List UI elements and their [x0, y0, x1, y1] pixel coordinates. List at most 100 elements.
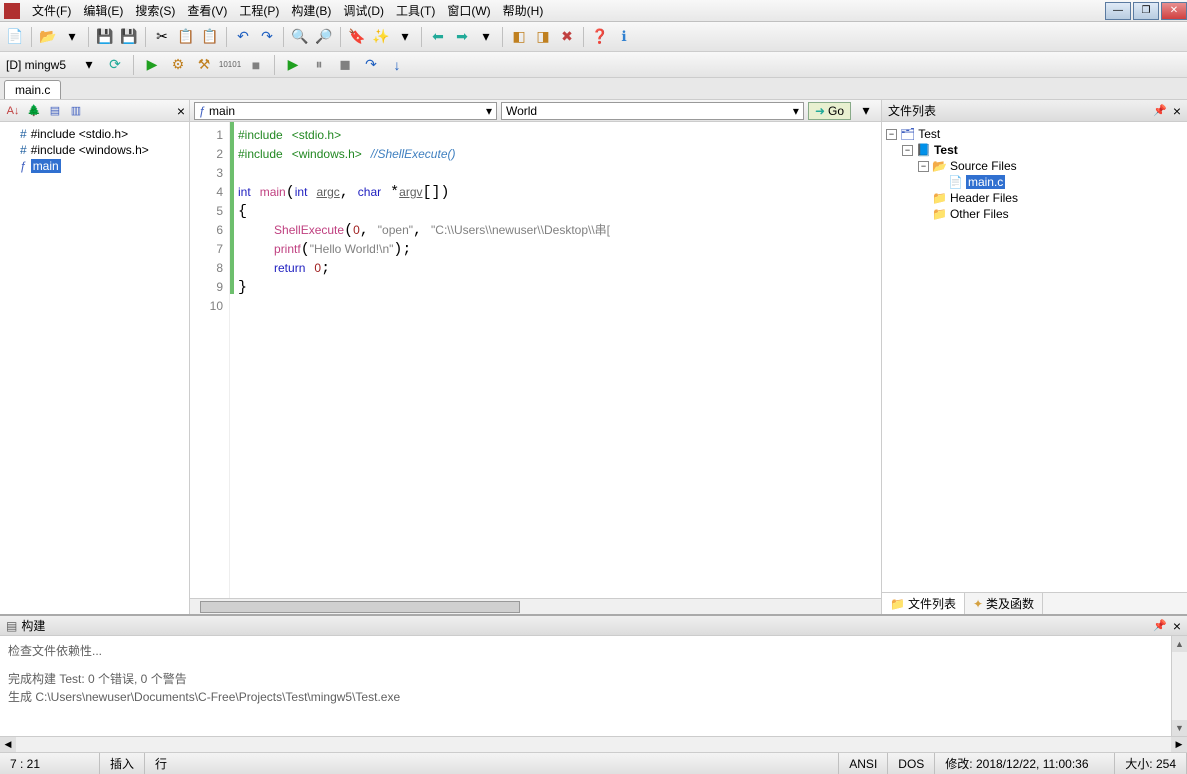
scroll-down-icon[interactable]: ▼ — [1172, 720, 1187, 736]
file-list-title: 文件列表 — [888, 102, 936, 119]
build-output[interactable]: 检查文件依赖性... 完成构建 Test: 0 个错误, 0 个警告 生成 C:… — [0, 636, 1187, 736]
build-all-icon[interactable]: ⚒ — [193, 54, 215, 76]
tree-icon[interactable]: 🌲 — [25, 102, 43, 120]
cut-icon[interactable]: ✂ — [151, 26, 173, 48]
nav-fwd-icon[interactable]: ➡ — [451, 26, 473, 48]
debug-stop-icon[interactable]: ◼ — [334, 54, 356, 76]
stop-icon[interactable]: ■ — [245, 54, 267, 76]
tree-project[interactable]: −📘Test — [886, 142, 1183, 158]
paste-icon[interactable]: 📋 — [199, 26, 221, 48]
hash-icon: # — [20, 127, 27, 141]
scroll-right-icon[interactable]: ▶ — [1171, 737, 1187, 752]
tree-file-main[interactable]: 📄main.c — [886, 174, 1183, 190]
tree-header-files[interactable]: 📁Header Files — [886, 190, 1183, 206]
main-toolbar: 📄 📂 ▾ 💾 💾 ✂ 📋 📋 ↶ ↷ 🔍 🔎 🔖 ✨ ▾ ⬅ ➡ ▾ ◧ ◨ … — [0, 22, 1187, 52]
binary-icon[interactable]: 10101 — [219, 54, 241, 76]
close-file-list[interactable]: × — [1173, 103, 1181, 119]
folder-icon: 📁 — [932, 207, 947, 221]
menu-tools[interactable]: 工具(T) — [390, 0, 441, 21]
main-area: A↓ 🌲 ▤ ▥ × ##include <stdio.h> ##include… — [0, 100, 1187, 614]
editor[interactable]: 12345678910 #include <stdio.h> #include … — [190, 122, 881, 598]
wand-icon[interactable]: ✨ — [370, 26, 392, 48]
symbol-include-stdio[interactable]: ##include <stdio.h> — [2, 126, 187, 142]
tab-classes[interactable]: ✦类及函数 — [965, 593, 1043, 614]
menu-build[interactable]: 构建(B) — [285, 0, 337, 21]
new-icon[interactable]: 📄 — [4, 26, 26, 48]
toggle1-icon[interactable]: ◧ — [508, 26, 530, 48]
collapse-icon[interactable]: − — [902, 145, 913, 156]
panel1-icon[interactable]: ▤ — [46, 102, 64, 120]
redo-icon[interactable]: ↷ — [256, 26, 278, 48]
pin-icon[interactable]: 📌 — [1153, 104, 1167, 117]
minimize-button[interactable]: — — [1105, 2, 1131, 20]
scroll-up-icon[interactable]: ▲ — [1172, 636, 1187, 652]
symbol-main[interactable]: ƒmain — [2, 158, 187, 174]
find-files-icon[interactable]: 🔎 — [313, 26, 335, 48]
undo-icon[interactable]: ↶ — [232, 26, 254, 48]
menubar: 文件(F) 编辑(E) 搜索(S) 查看(V) 工程(P) 构建(B) 调试(D… — [0, 0, 1187, 22]
go-arrow-icon: ➜ — [815, 104, 825, 118]
cfg-dropdown-icon[interactable]: ▾ — [78, 54, 100, 76]
go-button[interactable]: ➜Go — [808, 102, 851, 120]
step-over-icon[interactable]: ↷ — [360, 54, 382, 76]
nav-back-icon[interactable]: ⬅ — [427, 26, 449, 48]
arrow-down3-icon[interactable]: ▾ — [475, 26, 497, 48]
panel2-icon[interactable]: ▥ — [67, 102, 85, 120]
delete-icon[interactable]: ✖ — [556, 26, 578, 48]
menu-edit[interactable]: 编辑(E) — [77, 0, 129, 21]
toggle2-icon[interactable]: ◨ — [532, 26, 554, 48]
menu-file[interactable]: 文件(F) — [26, 0, 77, 21]
build-hscrollbar[interactable]: ◀ ▶ — [0, 736, 1187, 752]
tree-other-files[interactable]: 📁Other Files — [886, 206, 1183, 222]
menu-help[interactable]: 帮助(H) — [497, 0, 550, 21]
build-header: ▤ 构建 📌 × — [0, 616, 1187, 636]
refresh-icon[interactable]: ⟳ — [104, 54, 126, 76]
build-icon: ▤ — [6, 619, 17, 633]
bookmark-icon[interactable]: 🔖 — [346, 26, 368, 48]
step-into-icon[interactable]: ↓ — [386, 54, 408, 76]
code-area[interactable]: #include <stdio.h> #include <windows.h> … — [234, 122, 881, 598]
menu-window[interactable]: 窗口(W) — [441, 0, 496, 21]
menu-debug[interactable]: 调试(D) — [337, 0, 390, 21]
maximize-button[interactable]: ❐ — [1133, 2, 1159, 20]
tree-source-files[interactable]: −📂Source Files — [886, 158, 1183, 174]
help-icon[interactable]: ❓ — [589, 26, 611, 48]
config-label: [D] mingw5 — [6, 58, 66, 72]
close-symbol-pane[interactable]: × — [177, 103, 185, 119]
go-dropdown-icon[interactable]: ▾ — [855, 100, 877, 122]
save-icon[interactable]: 💾 — [94, 26, 116, 48]
scope-dropdown[interactable]: ƒ main▾ — [194, 102, 497, 120]
close-button[interactable]: ✕ — [1161, 2, 1187, 20]
statusbar: 7 : 21 插入 行 ANSI DOS 修改: 2018/12/22, 11:… — [0, 752, 1187, 774]
menu-project[interactable]: 工程(P) — [233, 0, 285, 21]
file-tab-main[interactable]: main.c — [4, 80, 61, 99]
sort-az-icon[interactable]: A↓ — [4, 102, 22, 120]
menu-search[interactable]: 搜索(S) — [129, 0, 181, 21]
collapse-icon[interactable]: − — [918, 161, 929, 172]
function-icon: ƒ — [20, 159, 27, 173]
arrow-down2-icon[interactable]: ▾ — [394, 26, 416, 48]
symbol-dropdown[interactable]: World▾ — [501, 102, 804, 120]
build-vscrollbar[interactable]: ▲ ▼ — [1171, 636, 1187, 736]
build-icon[interactable]: ⚙ — [167, 54, 189, 76]
menu-view[interactable]: 查看(V) — [181, 0, 233, 21]
tab-file-list[interactable]: 📁文件列表 — [882, 593, 965, 614]
run-icon[interactable]: ▶ — [141, 54, 163, 76]
copy-icon[interactable]: 📋 — [175, 26, 197, 48]
pin-icon[interactable]: 📌 — [1153, 619, 1167, 632]
arrow-down-icon[interactable]: ▾ — [61, 26, 83, 48]
editor-hscrollbar[interactable] — [190, 598, 881, 614]
file-list-header: 文件列表 📌 × — [882, 100, 1187, 122]
scroll-left-icon[interactable]: ◀ — [0, 737, 16, 752]
collapse-icon[interactable]: − — [886, 129, 897, 140]
status-cursor-pos: 7 : 21 — [0, 753, 100, 774]
debug-pause-icon[interactable]: ⏸ — [308, 54, 330, 76]
info-icon[interactable]: ℹ — [613, 26, 635, 48]
debug-run-icon[interactable]: ▶ — [282, 54, 304, 76]
save-all-icon[interactable]: 💾 — [118, 26, 140, 48]
find-icon[interactable]: 🔍 — [289, 26, 311, 48]
close-build-pane[interactable]: × — [1173, 618, 1181, 634]
symbol-include-windows[interactable]: ##include <windows.h> — [2, 142, 187, 158]
open-icon[interactable]: 📂 — [37, 26, 59, 48]
tree-root[interactable]: −🗂Test — [886, 126, 1183, 142]
